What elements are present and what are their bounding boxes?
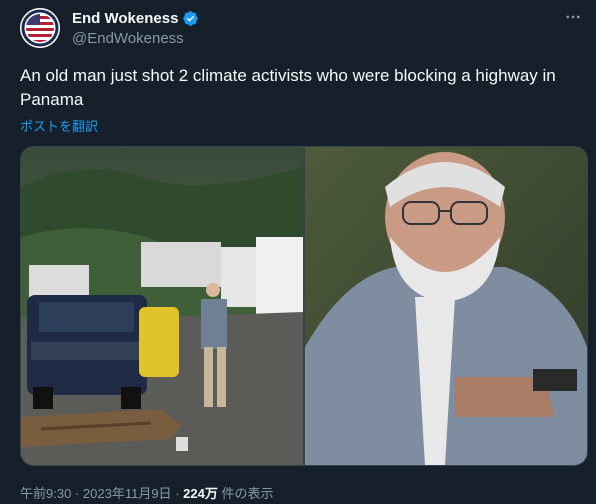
highway-photo[interactable]: [21, 147, 303, 465]
tweet-meta: 午前9:30 · 2023年11月9日 · 224万 件の表示: [20, 483, 274, 502]
translate-link[interactable]: ポストを翻訳: [20, 116, 98, 135]
avatar[interactable]: [20, 8, 60, 48]
meta-separator: ·: [74, 486, 80, 501]
tweet-date[interactable]: 2023年11月9日: [83, 486, 172, 501]
author-display-name[interactable]: End Wokeness: [72, 10, 178, 27]
author-name-row: End Wokeness: [72, 10, 199, 27]
avatar-flag-icon: [20, 8, 60, 48]
author-handle[interactable]: @EndWokeness: [72, 30, 184, 47]
tweet-text: An old man just shot 2 climate activists…: [20, 66, 556, 109]
more-icon[interactable]: [564, 8, 582, 31]
tweet-time[interactable]: 午前9:30: [20, 486, 71, 501]
views-count: 224万: [183, 486, 218, 501]
media-grid: [20, 146, 588, 466]
meta-separator-2: ·: [175, 486, 180, 501]
verified-badge-icon: [183, 11, 199, 26]
views-label: 件の表示: [221, 486, 274, 501]
closeup-photo[interactable]: [305, 147, 587, 465]
